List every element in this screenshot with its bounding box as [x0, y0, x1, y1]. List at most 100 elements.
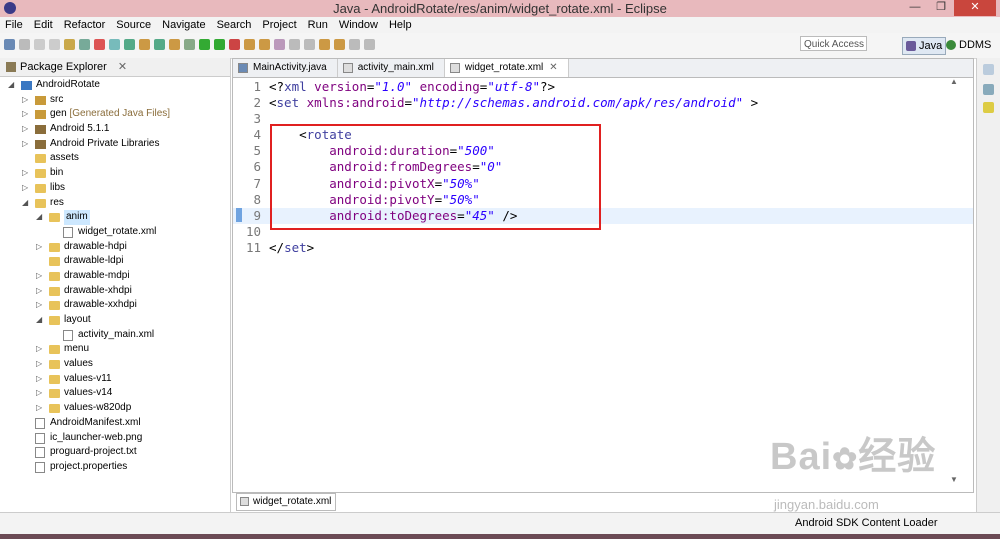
menu-item-source[interactable]: Source — [111, 17, 157, 33]
expanded-arrow-icon[interactable]: ◢ — [8, 78, 16, 93]
quick-access-input[interactable]: Quick Access — [800, 36, 867, 51]
toolbar-tool-icon[interactable] — [64, 39, 75, 50]
tree-item[interactable]: ▷ drawable-hdpi — [0, 240, 230, 255]
toolbar-tool-icon[interactable] — [349, 39, 360, 50]
close-icon[interactable]: ✕ — [118, 61, 127, 73]
menu-item-edit[interactable]: Edit — [29, 17, 59, 33]
tree-item[interactable]: proguard-project.txt — [0, 445, 230, 460]
tree-item[interactable]: ▷ libs — [0, 181, 230, 196]
task-list-icon[interactable] — [983, 84, 994, 95]
tree-item[interactable]: ▷ values-v14 — [0, 386, 230, 401]
menu-item-refactor[interactable]: Refactor — [59, 17, 112, 33]
collapsed-arrow-icon[interactable]: ▷ — [36, 284, 44, 299]
toolbar-tool-icon[interactable] — [259, 39, 270, 50]
menu-item-search[interactable]: Search — [212, 17, 258, 33]
toolbar-tool-icon[interactable] — [229, 39, 240, 50]
collapsed-arrow-icon[interactable]: ▷ — [22, 166, 30, 181]
vertical-scrollbar[interactable]: ▲ ▼ — [950, 77, 960, 485]
tree-item[interactable]: ▷ bin — [0, 166, 230, 181]
menu-item-file[interactable]: File — [0, 17, 29, 33]
toolbar-tool-icon[interactable] — [169, 39, 180, 50]
collapsed-arrow-icon[interactable]: ▷ — [22, 137, 30, 152]
toolbar-tool-icon[interactable] — [289, 39, 300, 50]
expanded-arrow-icon[interactable]: ◢ — [36, 210, 44, 225]
expanded-arrow-icon[interactable]: ◢ — [22, 196, 30, 211]
tree-item[interactable]: widget_rotate.xml — [0, 225, 230, 240]
code-line[interactable]: 11 </set> — [233, 240, 973, 256]
toolbar-tool-icon[interactable] — [334, 39, 345, 50]
toolbar-tool-icon[interactable] — [19, 39, 30, 50]
tree-item[interactable]: ▷ gen [Generated Java Files] — [0, 107, 230, 122]
tree-item[interactable]: ◢ AndroidRotate — [0, 78, 230, 93]
collapsed-arrow-icon[interactable]: ▷ — [36, 372, 44, 387]
close-icon[interactable]: ✕ — [549, 62, 557, 73]
toolbar-tool-icon[interactable] — [199, 39, 210, 50]
ddms-perspective-button[interactable]: DDMS — [946, 37, 991, 53]
tree-item[interactable]: ▷ values-w820dp — [0, 401, 230, 416]
bottom-editor-tab[interactable]: widget_rotate.xml — [236, 493, 337, 511]
collapsed-arrow-icon[interactable]: ▷ — [22, 122, 30, 137]
toolbar-tool-icon[interactable] — [364, 39, 375, 50]
maximize-button[interactable]: ❐ — [928, 0, 954, 16]
code-line[interactable]: 1 <?xml version="1.0" encoding="utf-8"?> — [233, 79, 973, 95]
toolbar-tool-icon[interactable] — [319, 39, 330, 50]
expanded-arrow-icon[interactable]: ◢ — [36, 313, 44, 328]
editor-tab[interactable]: MainActivity.java — [233, 59, 338, 77]
menu-item-project[interactable]: Project — [257, 17, 302, 33]
collapsed-arrow-icon[interactable]: ▷ — [36, 401, 44, 416]
menu-item-navigate[interactable]: Navigate — [157, 17, 211, 33]
code-line[interactable]: 2 <set xmlns:android="http://schemas.andr… — [233, 95, 973, 111]
tree-item[interactable]: ◢ anim — [0, 210, 230, 225]
toolbar-tool-icon[interactable] — [49, 39, 60, 50]
tree-item[interactable]: ◢ layout — [0, 313, 230, 328]
toolbar-tool-icon[interactable] — [4, 39, 15, 50]
collapsed-arrow-icon[interactable]: ▷ — [22, 107, 30, 122]
tree-item[interactable]: ▷ drawable-mdpi — [0, 269, 230, 284]
toolbar-tool-icon[interactable] — [154, 39, 165, 50]
package-explorer-tab[interactable]: Package Explorer ✕ — [0, 58, 230, 77]
menu-item-window[interactable]: Window — [334, 17, 384, 33]
minimize-button[interactable]: — — [902, 0, 928, 16]
collapsed-arrow-icon[interactable]: ▷ — [22, 181, 30, 196]
tree-item[interactable]: drawable-ldpi — [0, 254, 230, 269]
tree-item[interactable]: ▷ values-v11 — [0, 372, 230, 387]
editor-tab[interactable]: widget_rotate.xml ✕ — [444, 59, 569, 77]
tree-item[interactable]: ▷ Android 5.1.1 — [0, 122, 230, 137]
toolbar-tool-icon[interactable] — [109, 39, 120, 50]
tree-item[interactable]: ▷ src — [0, 93, 230, 108]
toolbar-tool-icon[interactable] — [139, 39, 150, 50]
collapsed-arrow-icon[interactable]: ▷ — [36, 269, 44, 284]
tree-item[interactable]: ic_launcher-web.png — [0, 431, 230, 446]
tree-item[interactable]: project.properties — [0, 460, 230, 475]
tree-item[interactable]: ▷ drawable-xhdpi — [0, 284, 230, 299]
toolbar-tool-icon[interactable] — [34, 39, 45, 50]
toolbar-tool-icon[interactable] — [244, 39, 255, 50]
menu-item-run[interactable]: Run — [303, 17, 334, 33]
tree-item[interactable]: ▷ drawable-xxhdpi — [0, 298, 230, 313]
editor-tab[interactable]: activity_main.xml — [338, 59, 445, 77]
menu-item-help[interactable]: Help — [384, 17, 418, 33]
toolbar-tool-icon[interactable] — [214, 39, 225, 50]
tree-item[interactable]: AndroidManifest.xml — [0, 416, 230, 431]
collapsed-arrow-icon[interactable]: ▷ — [36, 298, 44, 313]
collapsed-arrow-icon[interactable]: ▷ — [36, 357, 44, 372]
tree-item[interactable]: assets — [0, 151, 230, 166]
collapsed-arrow-icon[interactable]: ▷ — [36, 342, 44, 357]
collapsed-arrow-icon[interactable]: ▷ — [22, 93, 30, 108]
close-button[interactable]: ✕ — [954, 0, 996, 16]
tree-item[interactable]: activity_main.xml — [0, 328, 230, 343]
scroll-up-icon[interactable]: ▲ — [950, 77, 958, 86]
outline-icon[interactable] — [983, 64, 994, 75]
tree-item[interactable]: ▷ Android Private Libraries — [0, 137, 230, 152]
toolbar-tool-icon[interactable] — [94, 39, 105, 50]
toolbar-tool-icon[interactable] — [79, 39, 90, 50]
collapsed-arrow-icon[interactable]: ▷ — [36, 240, 44, 255]
tree-item[interactable]: ▷ values — [0, 357, 230, 372]
collapsed-arrow-icon[interactable]: ▷ — [36, 386, 44, 401]
toolbar-tool-icon[interactable] — [304, 39, 315, 50]
scroll-down-icon[interactable]: ▼ — [950, 475, 958, 484]
toolbar-tool-icon[interactable] — [274, 39, 285, 50]
tree-item[interactable]: ▷ menu — [0, 342, 230, 357]
toolbar-tool-icon[interactable] — [184, 39, 195, 50]
console-icon[interactable] — [983, 102, 994, 113]
